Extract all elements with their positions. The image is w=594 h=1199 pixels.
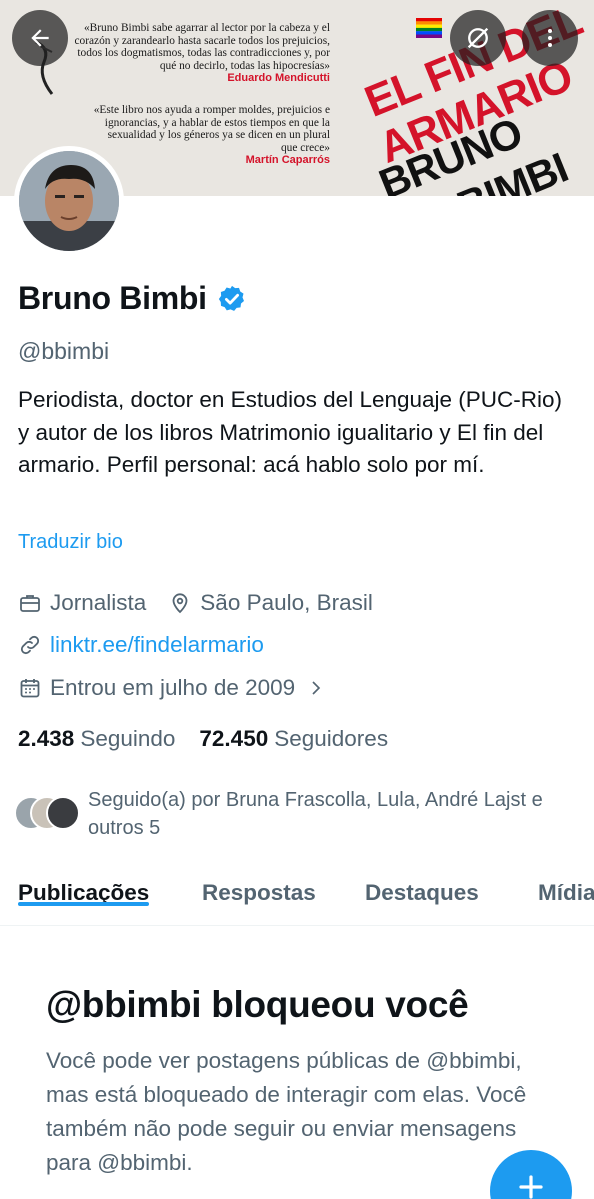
more-vertical-icon (548, 29, 552, 47)
followed-by-text: Seguido(a) por Bruna Frascolla, Lula, An… (88, 789, 543, 839)
banner-quote-2: «Este libro nos ayuda a romper moldes, p… (93, 104, 330, 166)
profile-bio: Periodista, doctor en Estudios del Lengu… (18, 387, 563, 477)
following-stat[interactable]: 2.438 Seguindo (18, 726, 175, 752)
followers-stat[interactable]: 72.450 Seguidores (199, 726, 388, 752)
location-pin-icon (172, 593, 188, 614)
no-sync-icon (467, 27, 489, 49)
tab-destaques[interactable]: Destaques (365, 860, 479, 906)
quote-2-author: Martín Caparrós (245, 154, 330, 166)
blocked-message: Você pode ver postagens públicas de @bbi… (46, 1048, 527, 1175)
profile-profession: Jornalista (50, 590, 147, 615)
profile-name-row: Bruno Bimbi (18, 280, 247, 317)
follow-stats: 2.438 Seguindo 72.450 Seguidores (18, 726, 412, 752)
profile-website-link[interactable]: linktr.ee/findelarmario (50, 632, 264, 658)
translate-bio-link[interactable]: Traduzir bio (18, 531, 123, 554)
following-label: Seguindo (80, 726, 176, 751)
followed-by-row[interactable]: Seguido(a) por Bruna Frascolla, Lula, An… (14, 786, 588, 842)
no-sync-button[interactable] (450, 10, 506, 66)
tab-publicacoes[interactable]: Publicações (18, 860, 150, 906)
profile-location: São Paulo, Brasil (200, 590, 373, 615)
followers-count: 72.450 (199, 726, 269, 751)
chevron-right-icon (312, 681, 321, 695)
avatar-photo (19, 151, 119, 251)
banner-quote-1: «Bruno Bimbi sabe agarrar al lector por … (74, 22, 330, 84)
following-count: 2.438 (18, 726, 75, 751)
plus-icon (519, 1175, 543, 1199)
briefcase-icon (20, 595, 40, 612)
profile-tabs: Publicações Respostas Destaques Mídia (0, 860, 594, 926)
followers-label: Seguidores (274, 726, 389, 751)
arrow-left-icon (31, 29, 49, 47)
profile-handle: @bbimbi (18, 338, 110, 364)
follower-avatars (14, 796, 80, 836)
profile-joined-row[interactable]: Entrou em julho de 2009 (18, 675, 325, 701)
blocked-title: @bbimbi bloqueou você (46, 984, 469, 1025)
tab-respostas[interactable]: Respostas (202, 860, 316, 906)
back-button[interactable] (12, 10, 68, 66)
profile-joined-date: Entrou em julho de 2009 (50, 675, 296, 700)
link-icon (20, 635, 40, 655)
more-options-button[interactable] (522, 10, 578, 66)
verified-badge-icon[interactable] (217, 284, 247, 314)
calendar-icon (20, 679, 40, 698)
profile-meta-row: Jornalista São Paulo, Brasil (18, 590, 373, 616)
avatar (46, 796, 80, 830)
rainbow-flag-icon (416, 18, 442, 38)
tab-midia[interactable]: Mídia (538, 860, 594, 906)
avatar[interactable] (14, 146, 124, 256)
profile-link-row: linktr.ee/findelarmario (18, 632, 264, 658)
profile-name: Bruno Bimbi (18, 280, 207, 316)
quote-1-author: Eduardo Mendicutti (227, 72, 330, 84)
